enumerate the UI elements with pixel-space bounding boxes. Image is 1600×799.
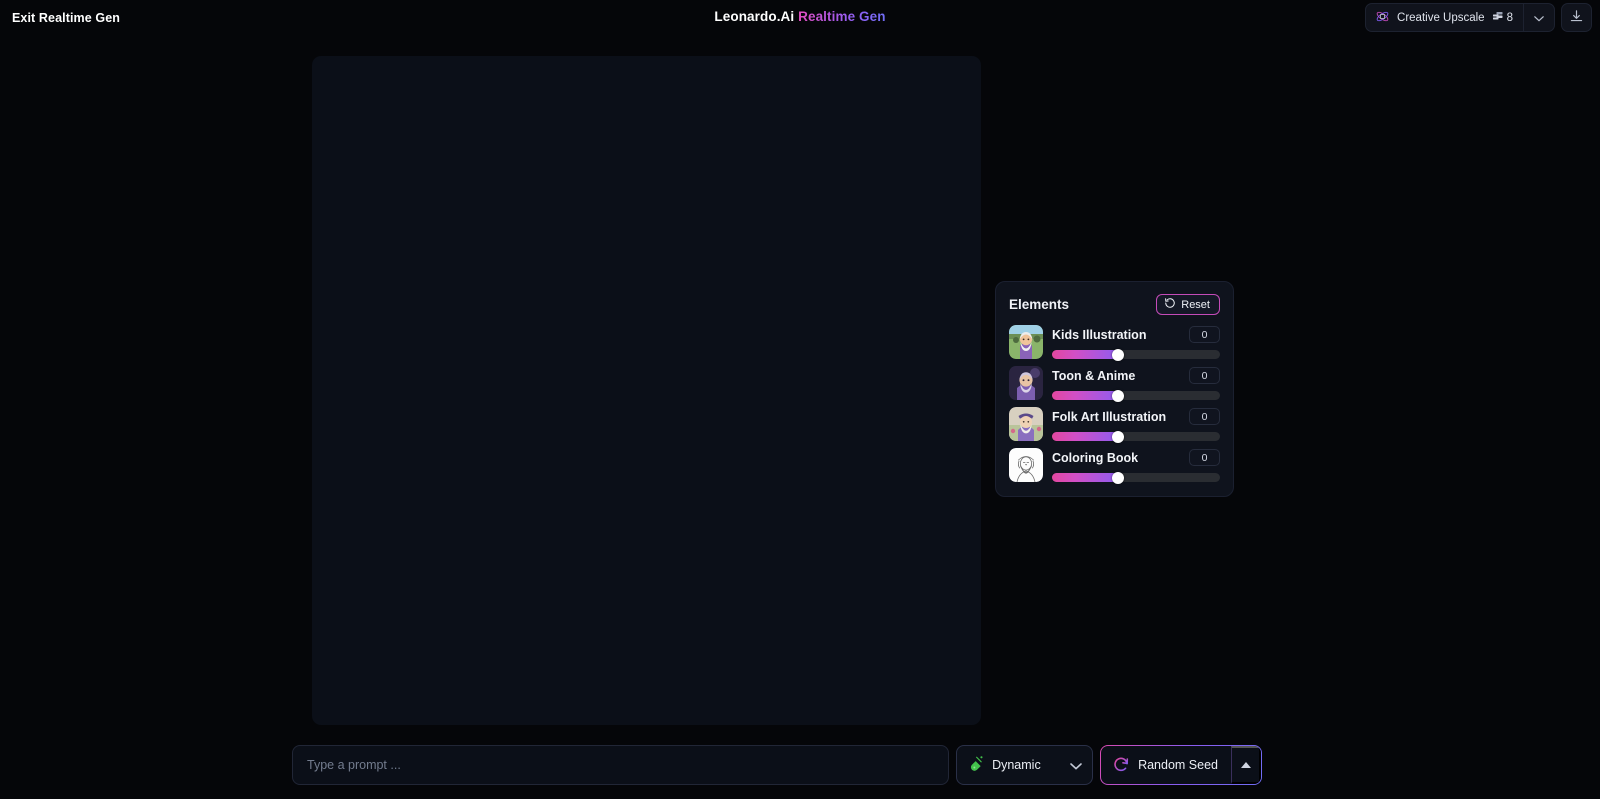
element-row[interactable]: Folk Art Illustration 0	[1009, 407, 1220, 443]
element-weight-slider[interactable]	[1052, 348, 1220, 361]
elements-panel: Elements Reset Kids Illustration 0 Toon …	[995, 281, 1234, 497]
random-seed-inner: Random Seed	[1101, 746, 1261, 784]
realtime-gen-app: Exit Realtime Gen Leonardo.Ai Realtime G…	[0, 0, 1600, 799]
element-name: Folk Art Illustration	[1052, 409, 1167, 424]
element-value[interactable]: 0	[1189, 326, 1220, 343]
slider-fill	[1052, 473, 1118, 482]
download-icon	[1569, 9, 1584, 27]
element-header: Folk Art Illustration 0	[1052, 408, 1220, 425]
elements-panel-header: Elements Reset	[1009, 294, 1220, 315]
element-row[interactable]: Toon & Anime 0	[1009, 366, 1220, 402]
prompt-input[interactable]	[307, 758, 935, 772]
random-seed-group: Random Seed	[1100, 745, 1262, 785]
chevron-down-icon	[1534, 10, 1544, 25]
wizard-folk-thumb	[1009, 407, 1043, 441]
creative-upscale-label: Creative Upscale	[1397, 11, 1485, 24]
element-row[interactable]: Coloring Book 0	[1009, 448, 1220, 484]
prompt-field-wrapper[interactable]	[292, 745, 950, 785]
elements-reset-label: Reset	[1181, 298, 1210, 311]
token-count: 8	[1506, 11, 1513, 24]
element-body: Folk Art Illustration 0	[1052, 407, 1220, 443]
element-name: Toon & Anime	[1052, 368, 1136, 383]
element-name: Kids Illustration	[1052, 327, 1147, 342]
chevron-up-icon	[1240, 762, 1251, 768]
preset-label: Dynamic	[992, 758, 1041, 772]
element-weight-slider[interactable]	[1052, 389, 1220, 402]
element-body: Coloring Book 0	[1052, 448, 1220, 484]
element-value[interactable]: 0	[1189, 449, 1220, 466]
element-weight-slider[interactable]	[1052, 471, 1220, 484]
wizard-purple-thumb	[1009, 366, 1043, 400]
element-name: Coloring Book	[1052, 450, 1139, 465]
generation-canvas[interactable]	[312, 56, 981, 725]
slider-handle[interactable]	[1111, 389, 1124, 402]
slider-fill	[1052, 350, 1118, 359]
wizard-green-thumb	[1009, 325, 1043, 359]
token-icon	[1492, 10, 1504, 25]
random-seed-dropdown-button[interactable]	[1231, 746, 1261, 784]
creative-upscale-dropdown-button[interactable]	[1523, 4, 1554, 31]
creative-upscale-group: Creative Upscale 8	[1365, 3, 1555, 32]
slider-handle[interactable]	[1111, 348, 1124, 361]
element-body: Kids Illustration 0	[1052, 325, 1220, 361]
element-row[interactable]: Kids Illustration 0	[1009, 325, 1220, 361]
bottom-bar: Dynamic	[292, 745, 1262, 785]
element-value[interactable]: 0	[1189, 408, 1220, 425]
element-header: Kids Illustration 0	[1052, 326, 1220, 343]
slider-fill	[1052, 432, 1118, 441]
preset-dropdown-button[interactable]: Dynamic	[956, 745, 1094, 785]
elements-panel-title: Elements	[1009, 297, 1070, 312]
top-bar-actions: Creative Upscale 8	[1365, 3, 1592, 32]
element-body: Toon & Anime 0	[1052, 366, 1220, 402]
chevron-down-icon	[1070, 758, 1082, 773]
slider-fill	[1052, 391, 1118, 400]
element-header: Coloring Book 0	[1052, 449, 1220, 466]
element-header: Toon & Anime 0	[1052, 367, 1220, 384]
page-title-brand: Leonardo.Ai	[714, 9, 795, 24]
element-value[interactable]: 0	[1189, 367, 1220, 384]
slider-handle[interactable]	[1111, 430, 1124, 443]
exit-realtime-gen-button[interactable]: Exit Realtime Gen	[8, 9, 124, 27]
page-title: Leonardo.Ai Realtime Gen	[0, 9, 1600, 24]
creative-upscale-button[interactable]: Creative Upscale 8	[1366, 4, 1523, 31]
atom-icon	[1375, 9, 1390, 27]
random-seed-button[interactable]: Random Seed	[1101, 746, 1231, 784]
download-button[interactable]	[1561, 3, 1592, 32]
slider-handle[interactable]	[1111, 471, 1124, 484]
element-weight-slider[interactable]	[1052, 430, 1220, 443]
token-chip: 8	[1492, 10, 1513, 25]
top-bar: Exit Realtime Gen Leonardo.Ai Realtime G…	[0, 0, 1600, 35]
random-seed-label: Random Seed	[1138, 758, 1218, 772]
elements-reset-button[interactable]: Reset	[1156, 294, 1220, 315]
flask-icon	[967, 755, 984, 775]
refresh-icon	[1112, 755, 1130, 776]
page-title-mode: Realtime Gen	[798, 9, 886, 24]
lineart-white-thumb	[1009, 448, 1043, 482]
reset-icon	[1164, 297, 1176, 312]
